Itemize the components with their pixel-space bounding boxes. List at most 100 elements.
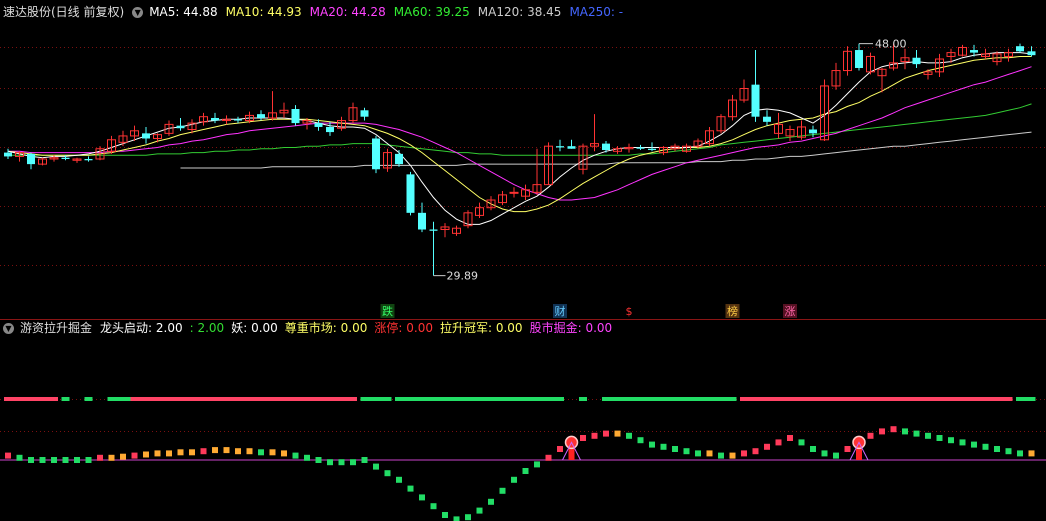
candle — [705, 126, 714, 147]
candle-body — [176, 125, 185, 129]
indicator-title: 游资拉升掘金 — [20, 321, 93, 335]
osc-bar — [936, 435, 943, 441]
candle — [521, 184, 530, 201]
candle-body — [1016, 46, 1024, 52]
candle — [809, 125, 817, 138]
osc-bar — [959, 439, 966, 446]
osc-bar — [51, 457, 57, 463]
ma-indicator-value: 44.93 — [263, 5, 302, 19]
osc-bar — [430, 503, 437, 510]
osc-bar — [166, 450, 172, 457]
candle-body — [326, 126, 334, 133]
ma20-line — [8, 66, 1032, 201]
osc-bar — [672, 446, 678, 452]
ma-indicator: MA250: - — [569, 2, 623, 22]
candle — [728, 94, 737, 121]
candle — [72, 157, 82, 163]
candle — [348, 102, 358, 124]
osc-indicator: : 2.00 — [190, 318, 225, 338]
osc-indicator-value: 0.00 — [336, 321, 368, 335]
ma-indicator: MA60: 39.25 — [394, 2, 470, 22]
high-price-label: 48.00 — [875, 38, 907, 51]
candle — [866, 52, 875, 75]
ma-indicator-value: 38.45 — [523, 5, 562, 19]
osc-bar — [1028, 450, 1035, 457]
band-segment — [579, 397, 587, 401]
candle — [84, 156, 93, 162]
osc-bar — [62, 457, 69, 463]
osc-bar — [189, 449, 195, 456]
candle-body — [372, 138, 380, 170]
osc-bar — [384, 470, 391, 477]
osc-bar — [223, 447, 230, 454]
osc-bar — [706, 450, 713, 457]
osc-bar — [890, 426, 897, 433]
ma-indicator-label: MA10: — [225, 5, 264, 19]
osc-bar — [729, 452, 736, 459]
ma-indicator-list: MA5: 44.88 MA10: 44.93 MA20: 44.28 MA60: 39… — [149, 2, 623, 22]
candle — [27, 152, 35, 170]
candle-body — [751, 84, 760, 117]
band-segment — [1016, 397, 1036, 401]
candle — [923, 69, 933, 80]
osc-indicator-value: 0.00 — [492, 321, 523, 335]
candle-body — [648, 148, 656, 151]
osc-bar — [557, 446, 563, 452]
band-segment — [84, 397, 93, 401]
chevron-down-icon[interactable]: ▼ — [132, 6, 144, 18]
osc-bar — [522, 468, 529, 474]
candle — [452, 225, 461, 236]
event-label: 涨 — [785, 305, 796, 318]
ma-indicator: MA20: 44.28 — [310, 2, 386, 22]
osc-bar — [844, 446, 851, 452]
osc-bar — [39, 457, 46, 463]
ma-indicator-value: 44.28 — [347, 5, 386, 19]
candle-body — [556, 146, 564, 148]
osc-bar — [649, 441, 655, 448]
osc-bar — [925, 432, 931, 439]
osc-indicator-value: 0.00 — [402, 321, 433, 335]
signal-band — [4, 397, 1036, 401]
candle — [751, 50, 760, 122]
candle — [912, 50, 921, 68]
candle-body — [1027, 51, 1036, 56]
osc-bar — [453, 516, 460, 521]
ma-indicator-label: MA60: — [393, 5, 432, 19]
osc-bar — [74, 457, 80, 463]
osc-bar — [85, 457, 92, 463]
candle — [486, 196, 496, 211]
osc-bar — [603, 430, 609, 437]
osc-indicator-label: 拉升冠军: — [439, 321, 493, 335]
osc-bar — [902, 428, 908, 435]
osc-bar — [396, 476, 402, 483]
candle — [716, 114, 726, 134]
osc-bar — [982, 443, 989, 450]
osc-bar — [798, 439, 805, 446]
candle-body — [142, 133, 150, 139]
osc-bar — [131, 452, 138, 459]
chevron-down-icon[interactable]: ▼ — [3, 322, 14, 334]
candle-body — [4, 152, 12, 157]
candle — [785, 125, 795, 142]
candle — [843, 46, 852, 76]
osc-bar — [16, 454, 23, 461]
osc-bar — [810, 446, 816, 452]
band-segment — [395, 397, 564, 401]
ma-indicator: MA5: 44.88 — [149, 2, 217, 22]
candle-body — [291, 109, 300, 124]
candle — [406, 171, 415, 216]
osc-bar — [534, 461, 540, 468]
osc-bar — [1005, 448, 1012, 455]
candle-body — [567, 146, 576, 149]
band-segment — [130, 397, 357, 401]
osc-bar — [5, 452, 11, 459]
band-segment — [61, 397, 70, 401]
candle — [257, 110, 265, 121]
osc-bar — [971, 441, 977, 448]
osc-bar — [948, 437, 954, 444]
candle — [958, 44, 967, 57]
osc-indicator-label: 涨停: — [374, 321, 403, 335]
candle — [395, 150, 403, 167]
osc-bar — [28, 457, 34, 463]
ma-indicator-label: MA120: — [477, 5, 524, 19]
